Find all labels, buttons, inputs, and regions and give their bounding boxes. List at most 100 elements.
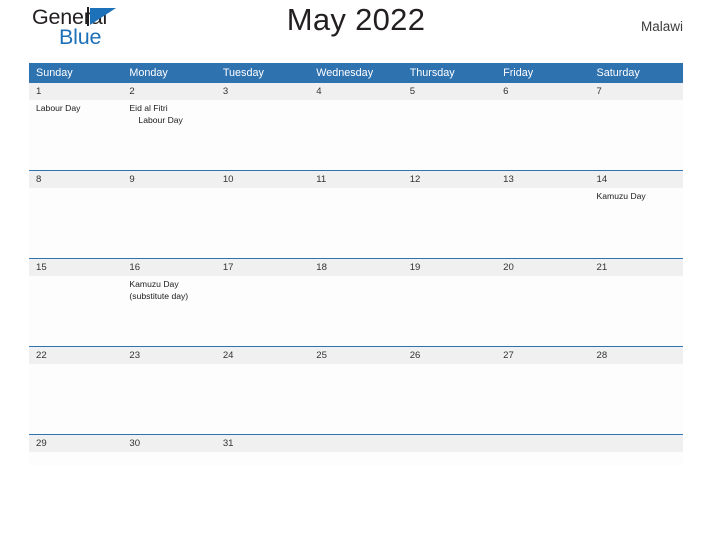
event-cell[interactable] [309,100,403,171]
date-cell[interactable]: 6 [496,83,590,100]
date-cell[interactable] [496,434,590,452]
event-cell[interactable]: Kamuzu Day (substitute day) [122,276,216,347]
date-cell[interactable]: 20 [496,258,590,276]
calendar-date-row: 22 23 24 25 26 27 28 [29,346,683,364]
date-cell[interactable]: 31 [215,434,310,452]
weekday-header-saturday: Saturday [589,63,683,83]
event-cell[interactable] [122,188,216,259]
date-cell[interactable] [402,434,497,452]
date-cell[interactable]: 19 [402,258,497,276]
date-cell[interactable]: 12 [402,170,497,188]
calendar-header-row: Sunday Monday Tuesday Wednesday Thursday… [29,63,683,83]
date-cell[interactable]: 25 [309,346,403,364]
date-cell[interactable] [589,434,683,452]
event-cell[interactable] [29,452,123,466]
event-cell[interactable] [402,188,497,259]
event-cell[interactable] [309,188,403,259]
event-cell[interactable] [402,276,497,347]
calendar-date-row: 1234567 [29,83,683,100]
event-cell[interactable] [496,452,590,466]
event-cell[interactable] [215,276,310,347]
date-cell[interactable]: 4 [309,83,403,100]
calendar-event-row: Labour Day Eid al Fitri Labour Day [29,100,683,171]
event-cell[interactable] [402,100,497,171]
event-cell[interactable] [402,452,497,466]
event-label: (substitute day) [129,291,189,301]
event-label: Kamuzu Day [129,279,179,289]
date-cell[interactable]: 5 [402,83,497,100]
date-cell[interactable]: 27 [496,346,590,364]
date-cell[interactable]: 7 [589,83,683,100]
calendar-event-row [29,364,683,435]
page-header: General Blue May 2022 Malawi [29,0,683,52]
event-cell[interactable] [309,276,403,347]
event-cell[interactable] [496,276,590,347]
event-cell[interactable] [496,100,590,171]
weekday-header-tuesday: Tuesday [215,63,310,83]
calendar-table: Sunday Monday Tuesday Wednesday Thursday… [29,63,683,466]
date-cell[interactable]: 16 [122,258,216,276]
date-cell[interactable]: 14 [589,170,683,188]
calendar-date-row: 8 9 10 11 12 13 14 [29,170,683,188]
event-cell[interactable] [29,364,123,435]
date-cell[interactable]: 24 [215,346,310,364]
date-cell[interactable]: 13 [496,170,590,188]
date-cell[interactable]: 18 [309,258,403,276]
calendar-event-row: Kamuzu Day [29,188,683,259]
event-label: Kamuzu Day [596,191,646,201]
date-cell[interactable]: 30 [122,434,216,452]
weekday-header-wednesday: Wednesday [309,63,403,83]
event-cell[interactable] [215,452,310,466]
date-cell[interactable]: 10 [215,170,310,188]
date-cell[interactable]: 2 [122,83,216,100]
date-cell[interactable]: 8 [29,170,123,188]
calendar-page: General Blue May 2022 Malawi Sunday Mond… [0,0,712,550]
date-cell[interactable]: 26 [402,346,497,364]
event-cell[interactable] [215,188,310,259]
event-cell[interactable] [589,100,683,171]
event-label: Labour Day [138,115,183,125]
event-cell[interactable] [309,452,403,466]
event-cell[interactable] [496,188,590,259]
date-cell[interactable]: 23 [122,346,216,364]
date-cell[interactable]: 29 [29,434,123,452]
event-cell[interactable] [402,364,497,435]
date-cell[interactable]: 15 [29,258,123,276]
date-cell[interactable]: 3 [215,83,310,100]
calendar-event-row [29,452,683,466]
date-cell[interactable]: 21 [589,258,683,276]
event-cell[interactable] [29,188,123,259]
page-title: May 2022 [286,2,426,37]
event-label: Eid al Fitri [129,103,168,113]
weekday-header-friday: Friday [496,63,590,83]
event-cell[interactable] [589,364,683,435]
event-cell[interactable] [215,100,310,171]
event-cell[interactable] [589,276,683,347]
calendar-body: 1 2 3 4 5 6 7 Labour Day Eid al Fitri Labour Day 8… [29,83,683,466]
event-cell[interactable] [122,452,216,466]
event-cell[interactable] [122,364,216,435]
event-cell[interactable]: Kamuzu Day [589,188,683,259]
event-label: Labour Day [36,103,81,113]
weekday-header-thursday: Thursday [402,63,497,83]
weekday-header-sunday: Sunday [29,63,123,83]
country-label: Malawi [640,19,683,34]
event-cell[interactable]: Eid al Fitri Labour Day [122,100,216,171]
date-cell[interactable]: 17 [215,258,310,276]
date-cell[interactable]: 9 [122,170,216,188]
calendar-date-row: 29 30 31 [29,434,683,452]
event-cell[interactable] [496,364,590,435]
date-cell[interactable]: 28 [589,346,683,364]
event-cell[interactable] [589,452,683,466]
event-cell[interactable] [29,276,123,347]
event-cell[interactable] [309,364,403,435]
date-cell[interactable]: 11 [309,170,403,188]
calendar-date-row: 15 16 17 18 19 20 21 [29,258,683,276]
calendar-event-row: Kamuzu Day (substitute day) [29,276,683,347]
date-cell[interactable]: 1 [29,83,123,100]
date-cell[interactable]: 22 [29,346,123,364]
event-cell[interactable] [215,364,310,435]
weekday-header-monday: Monday [122,63,216,83]
event-cell[interactable]: Labour Day [29,100,123,171]
date-cell[interactable] [309,434,403,452]
